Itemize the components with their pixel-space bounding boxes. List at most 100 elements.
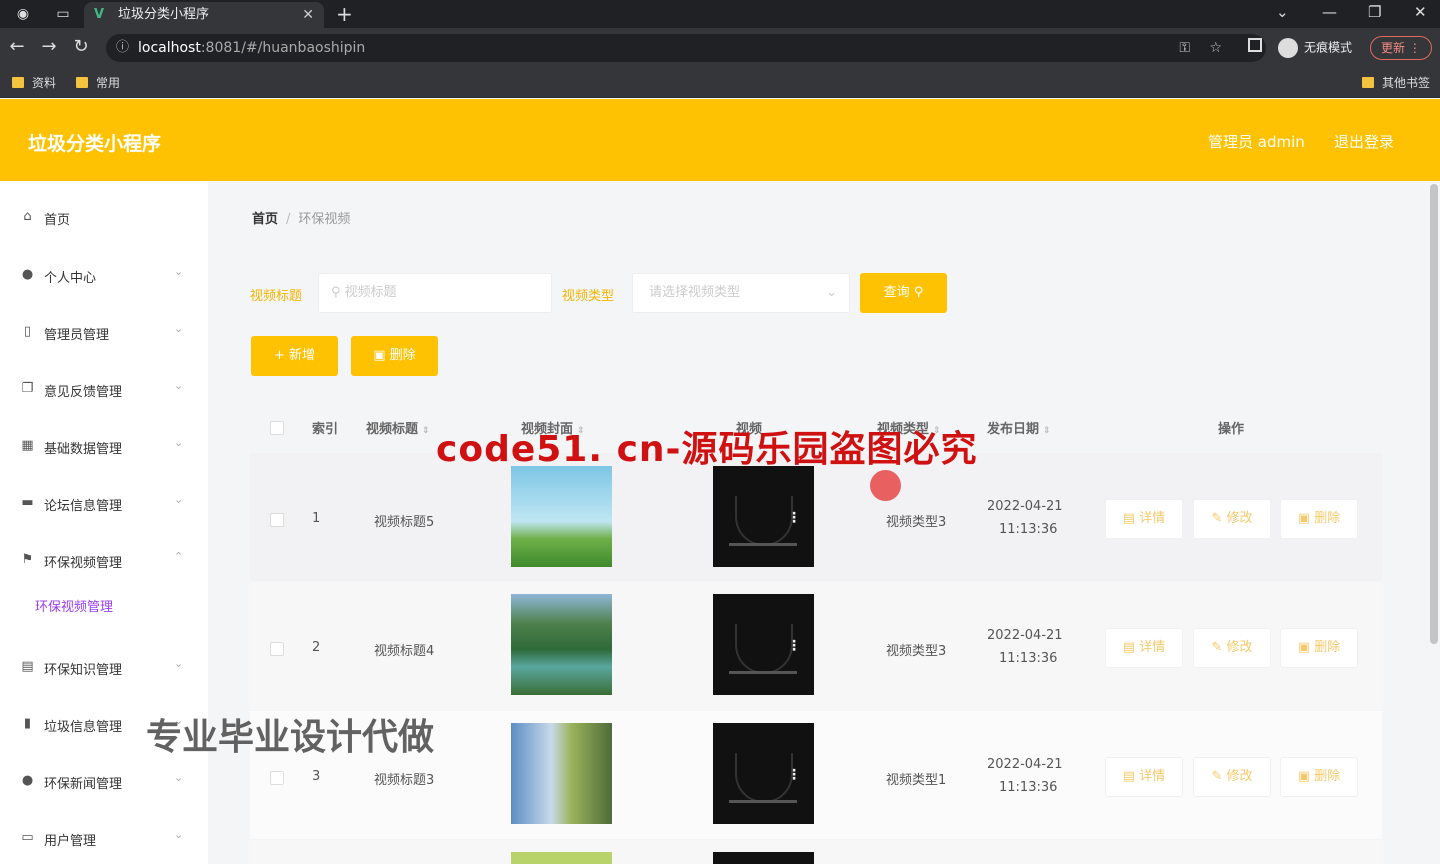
sort-icon[interactable]: ⇕: [1043, 426, 1051, 436]
sidebar-item-news[interactable]: ● 环保新闻管理 ⌄: [0, 761, 208, 801]
batch-delete-button[interactable]: ▣ 删除: [351, 336, 438, 376]
edit-button[interactable]: ✎ 修改: [1193, 499, 1271, 539]
breadcrumb-home[interactable]: 首页: [252, 212, 278, 227]
sidebar-item-profile[interactable]: ● 个人中心 ⌄: [0, 255, 208, 295]
sidebar: ⌂ 首页 ● 个人中心 ⌄ ▯ 管理员管理 ⌄ ❐ 意见反馈管理 ⌄ ▦ 基础数…: [0, 181, 208, 864]
logout-link[interactable]: 退出登录: [1334, 131, 1394, 152]
update-button[interactable]: 更新 ⋮: [1370, 36, 1432, 60]
trash-icon: ▣: [1297, 511, 1311, 526]
video-cover-image: [511, 466, 612, 567]
tab-title: 垃圾分类小程序: [118, 7, 210, 22]
video-progress-bar[interactable]: [729, 543, 797, 546]
column-header-date[interactable]: 发布日期 ⇕: [987, 418, 1051, 437]
add-button[interactable]: + 新增: [251, 336, 338, 376]
sidebar-item-knowledge[interactable]: ▤ 环保知识管理 ⌄: [0, 647, 208, 687]
detail-button[interactable]: ▤ 详情: [1105, 628, 1183, 668]
bulb-icon: ●: [21, 773, 34, 788]
key-icon[interactable]: ⚿: [1179, 34, 1190, 62]
video-player[interactable]: ⋮: [713, 723, 814, 824]
sidebar-item-videos[interactable]: ⚑ 环保视频管理 ⌃: [0, 540, 208, 580]
search-icon: ⚲: [913, 285, 924, 300]
video-player[interactable]: [713, 852, 814, 864]
chevron-down-icon: ⌄: [174, 771, 184, 784]
more-options-icon[interactable]: ⋮: [787, 638, 801, 654]
sidebar-item-label: 意见反馈管理: [44, 385, 123, 400]
monitor-icon: ▬: [21, 495, 34, 510]
select-all-checkbox[interactable]: [270, 421, 284, 435]
sidebar-item-label: 垃圾信息管理: [44, 720, 123, 735]
detail-button[interactable]: ▤ 详情: [1105, 757, 1183, 797]
url-field[interactable]: ⓘ localhost:8081/#/huanbaoshipin ⚿ ☆: [106, 34, 1266, 62]
chevron-down-icon: ⌄: [174, 265, 184, 278]
title-search-input[interactable]: ⚲ 视频标题: [318, 273, 552, 313]
reload-button[interactable]: ↻: [70, 36, 92, 57]
sidebar-item-admins[interactable]: ▯ 管理员管理 ⌄: [0, 312, 208, 352]
video-progress-bar[interactable]: [729, 671, 797, 674]
row-index: 3: [312, 769, 321, 784]
video-progress-bar[interactable]: [729, 800, 797, 803]
minimize-button[interactable]: —: [1322, 3, 1337, 21]
sidebar-item-users[interactable]: ▭ 用户管理 ⌄: [0, 818, 208, 858]
column-header-label: 索引: [312, 422, 339, 437]
bookmark-folder[interactable]: 常用: [76, 74, 120, 91]
edit-button[interactable]: ✎ 修改: [1193, 757, 1271, 797]
sidebar-item-forum[interactable]: ▬ 论坛信息管理 ⌄: [0, 483, 208, 523]
type-select[interactable]: 请选择视频类型 ⌄: [632, 273, 850, 313]
type-filter-label: 视频类型: [562, 289, 615, 304]
close-window-button[interactable]: ✕: [1414, 3, 1427, 21]
more-options-icon[interactable]: ⋮: [787, 510, 801, 526]
forward-button[interactable]: →: [38, 36, 60, 57]
incognito-icon: [1278, 38, 1298, 58]
bookmark-star-icon[interactable]: ☆: [1209, 34, 1222, 62]
bookmark-folder[interactable]: 资料: [12, 74, 56, 91]
breadcrumb: 首页 / 环保视频: [252, 208, 350, 227]
incognito-indicator[interactable]: 无痕模式: [1278, 38, 1352, 58]
maximize-button[interactable]: ❐: [1368, 3, 1381, 21]
sidebar-item-home[interactable]: ⌂ 首页: [0, 197, 208, 237]
trash-icon: ▣: [373, 348, 386, 363]
video-loading-arc: [735, 753, 793, 803]
row-checkbox[interactable]: [270, 642, 284, 656]
chevron-down-icon: ⌄: [174, 828, 184, 841]
trash-icon: ▣: [1297, 640, 1311, 655]
batch-delete-label: 删除: [389, 348, 416, 363]
sidebar-item-label: 论坛信息管理: [44, 499, 123, 514]
tab-overview-icon[interactable]: ▭: [52, 4, 74, 24]
back-button[interactable]: ←: [6, 36, 28, 57]
detail-label: 详情: [1139, 640, 1166, 655]
search-button[interactable]: 查询 ⚲: [860, 273, 947, 313]
row-title: 视频标题3: [374, 773, 435, 788]
sidebar-item-feedback[interactable]: ❐ 意见反馈管理 ⌄: [0, 369, 208, 409]
user-icon: ●: [21, 267, 34, 282]
column-header-label: 发布日期: [987, 422, 1040, 437]
page-scrollbar[interactable]: [1430, 184, 1438, 644]
sidebar-item-base-data[interactable]: ▦ 基础数据管理 ⌄: [0, 426, 208, 466]
sidebar-subitem-videos[interactable]: 环保视频管理: [35, 596, 113, 615]
column-header-title[interactable]: 视频标题 ⇕: [366, 418, 430, 437]
row-time: 11:13:36: [999, 522, 1058, 537]
site-info-icon[interactable]: ⓘ: [116, 34, 129, 62]
detail-button[interactable]: ▤ 详情: [1105, 499, 1183, 539]
tab-search-icon[interactable]: ⌄: [1276, 3, 1289, 21]
delete-button[interactable]: ▣ 删除: [1280, 757, 1358, 797]
browser-tab[interactable]: V 垃圾分类小程序 ✕: [84, 2, 324, 28]
detail-icon: ▤: [1122, 511, 1136, 526]
bookmark-label: 资料: [32, 76, 57, 90]
other-bookmarks[interactable]: 其他书签: [1362, 74, 1430, 91]
sort-icon[interactable]: ⇕: [422, 426, 430, 436]
row-checkbox[interactable]: [270, 513, 284, 527]
more-options-icon[interactable]: ⋮: [787, 767, 801, 783]
new-tab-button[interactable]: +: [336, 2, 353, 26]
title-filter-label: 视频标题: [250, 289, 303, 304]
bookmarks-bar: 资料 常用 其他书签: [0, 68, 1440, 98]
edit-button[interactable]: ✎ 修改: [1193, 628, 1271, 668]
other-bookmarks-label: 其他书签: [1382, 76, 1431, 90]
tab-close-icon[interactable]: ✕: [302, 2, 314, 28]
side-panel-icon[interactable]: [1248, 38, 1262, 52]
delete-button[interactable]: ▣ 删除: [1280, 628, 1358, 668]
browser-menu-icon[interactable]: ◉: [12, 4, 34, 24]
video-player[interactable]: ⋮: [713, 466, 814, 567]
video-player[interactable]: ⋮: [713, 594, 814, 695]
delete-button[interactable]: ▣ 删除: [1280, 499, 1358, 539]
row-checkbox[interactable]: [270, 771, 284, 785]
